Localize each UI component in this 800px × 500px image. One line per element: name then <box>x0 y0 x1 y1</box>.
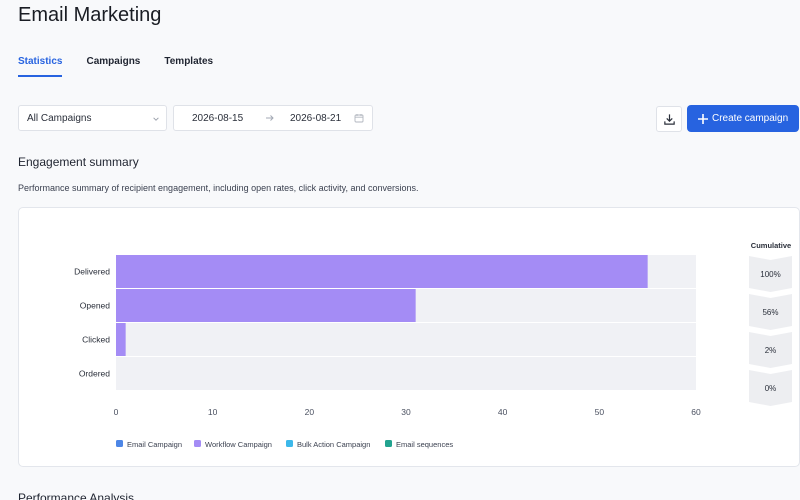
cumulative-value: 100% <box>760 270 780 279</box>
category-label: Opened <box>80 301 111 311</box>
cumulative-value: 0% <box>765 384 777 393</box>
legend-label: Workflow Campaign <box>205 440 272 449</box>
page-title: Email Marketing <box>18 4 162 26</box>
legend-swatch <box>194 440 201 447</box>
tab-campaigns[interactable]: Campaigns <box>86 55 140 77</box>
category-label: Ordered <box>79 369 110 379</box>
download-icon <box>663 113 675 125</box>
legend-label: Bulk Action Campaign <box>297 440 370 449</box>
section-title-performance: Performance Analysis <box>18 491 135 500</box>
date-end[interactable]: 2026-08-21 <box>290 113 341 124</box>
x-tick-label: 40 <box>498 407 508 417</box>
toolbar: All Campaigns 2026-08-15 2026-08-21 Crea… <box>18 105 800 132</box>
legend-swatch <box>116 440 123 447</box>
arrow-right-icon <box>266 115 274 121</box>
legend-swatch <box>385 440 392 447</box>
bar-track <box>116 357 696 390</box>
campaign-select[interactable]: All Campaigns <box>18 105 167 131</box>
section-title: Engagement summary <box>18 155 139 169</box>
create-campaign-button[interactable]: Create campaign <box>687 105 799 132</box>
legend-label: Email sequences <box>396 440 453 449</box>
section-description: Performance summary of recipient engagem… <box>18 183 419 193</box>
x-tick-label: 50 <box>595 407 605 417</box>
bar <box>116 289 416 322</box>
category-label: Clicked <box>82 335 110 345</box>
chevron-down-icon <box>153 117 159 121</box>
legend-label: Email Campaign <box>127 440 182 449</box>
bar <box>116 323 126 356</box>
engagement-chart-card: Delivered Opened Clicked Ordered 0 10 20 30 40 50… <box>18 207 800 467</box>
calendar-icon <box>354 114 364 123</box>
cumulative-value: 56% <box>762 308 778 317</box>
x-tick-label: 60 <box>691 407 701 417</box>
tab-templates[interactable]: Templates <box>164 55 213 77</box>
cumulative-title: Cumulative <box>751 241 791 250</box>
engagement-chart: Delivered Opened Clicked Ordered 0 10 20 30 40 50… <box>74 241 792 449</box>
x-tick-label: 10 <box>208 407 218 417</box>
x-tick-label: 0 <box>114 407 119 417</box>
x-tick-label: 20 <box>305 407 315 417</box>
bar-track <box>116 323 696 356</box>
tab-bar: Statistics Campaigns Templates <box>18 55 237 77</box>
tab-statistics[interactable]: Statistics <box>18 55 63 77</box>
cumulative-value: 2% <box>765 346 777 355</box>
download-button[interactable] <box>656 106 682 132</box>
date-start[interactable]: 2026-08-15 <box>192 113 243 124</box>
date-range-picker[interactable]: 2026-08-15 2026-08-21 <box>173 105 373 131</box>
create-campaign-label: Create campaign <box>712 113 789 124</box>
x-tick-label: 30 <box>401 407 411 417</box>
campaign-select-value: All Campaigns <box>27 112 92 124</box>
category-label: Delivered <box>74 267 110 277</box>
plus-icon <box>698 113 708 124</box>
legend-swatch <box>286 440 293 447</box>
bar <box>116 255 648 288</box>
